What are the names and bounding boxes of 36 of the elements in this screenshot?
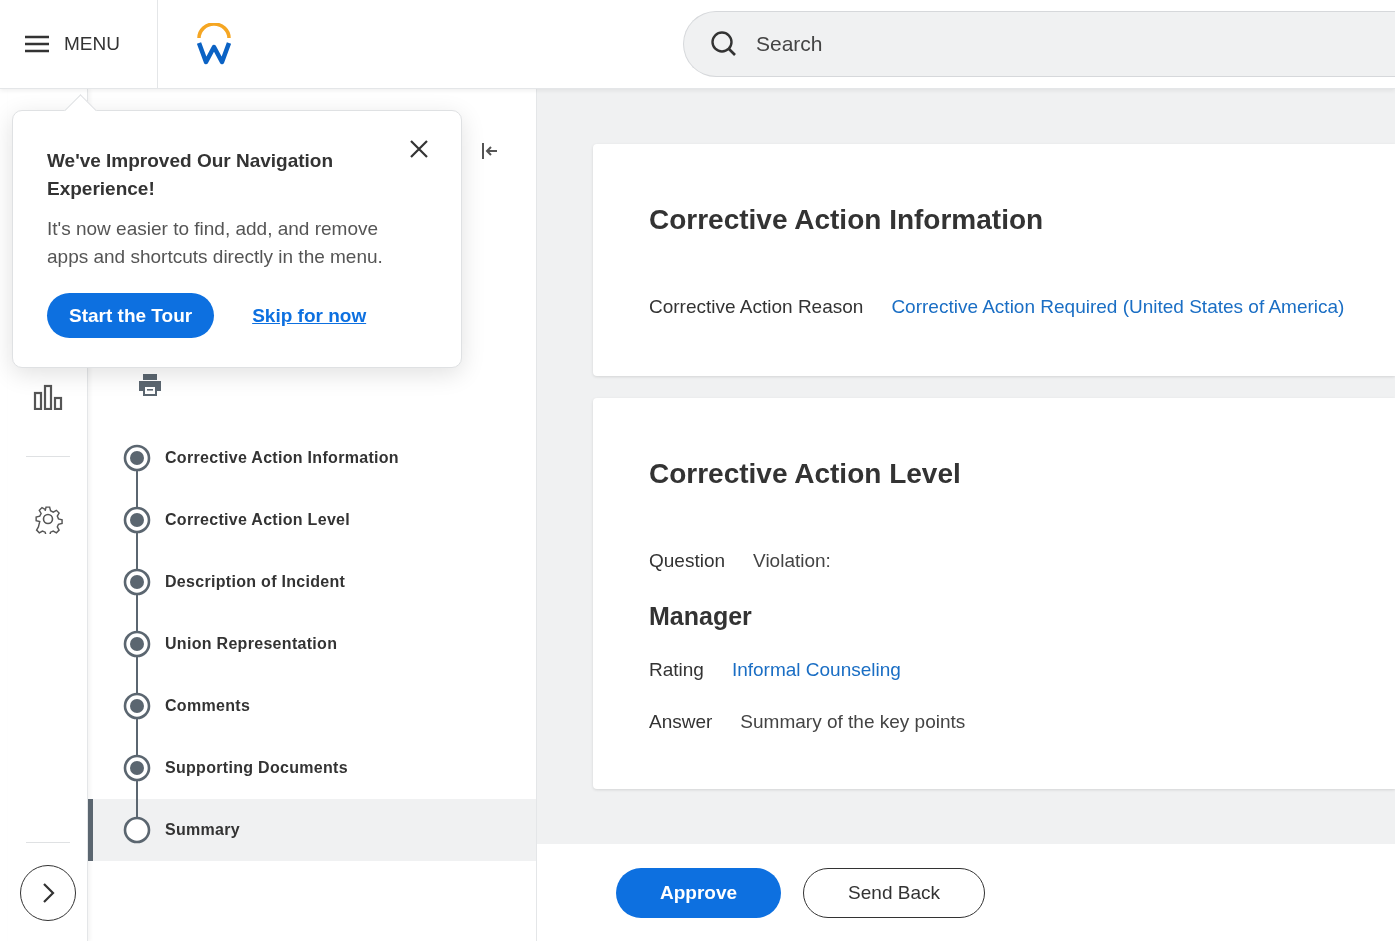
bar-chart-icon[interactable] — [32, 384, 63, 410]
field-label: Question — [649, 550, 726, 572]
search-bar[interactable]: Search — [683, 11, 1395, 77]
step-item[interactable]: Comments — [88, 675, 536, 737]
field-link[interactable]: Corrective Action Required (United States of America) — [891, 296, 1345, 318]
field-label: Corrective Action Reason — [649, 296, 864, 318]
logo-icon — [196, 23, 232, 65]
step-item[interactable]: Corrective Action Level — [88, 489, 536, 551]
field-label: Answer — [649, 711, 713, 733]
menu-button[interactable]: MENU — [0, 0, 158, 88]
field-label: Rating — [649, 659, 704, 681]
skip-link[interactable]: Skip for now — [252, 304, 367, 327]
close-icon — [409, 139, 429, 159]
start-tour-button[interactable]: Start the Tour — [47, 293, 215, 338]
section-title: Corrective Action Information — [649, 204, 1045, 236]
step-item[interactable]: Supporting Documents — [88, 737, 536, 799]
menu-icon — [24, 35, 50, 53]
popover-title: We've Improved Our Navigation Experience! — [47, 149, 335, 201]
printer-icon[interactable] — [137, 373, 163, 397]
send-back-button[interactable]: Send Back — [803, 868, 985, 918]
field-link[interactable]: Informal Counseling — [731, 659, 901, 681]
section-title: Corrective Action Level — [649, 458, 962, 490]
field-value: Summary of the key points — [740, 711, 966, 733]
search-icon — [710, 30, 738, 58]
field-value: Violation: — [753, 550, 831, 572]
chevron-right-icon — [40, 882, 55, 904]
search-field[interactable]: Search — [754, 31, 1258, 57]
approve-button[interactable]: Approve — [616, 868, 782, 918]
collapse-icon[interactable] — [480, 141, 500, 161]
step-item[interactable]: Union Representation — [88, 613, 536, 675]
step-item[interactable]: Summary — [88, 799, 536, 861]
step-item[interactable]: Description of Incident — [88, 551, 536, 613]
step-item[interactable]: Corrective Action Information — [88, 427, 536, 489]
subsection-title: Manager — [649, 602, 753, 631]
settings-icon[interactable] — [32, 504, 63, 534]
popover-text: It's now easier to find, add, and remove apps and shortcuts directly in the menu. — [47, 217, 384, 269]
